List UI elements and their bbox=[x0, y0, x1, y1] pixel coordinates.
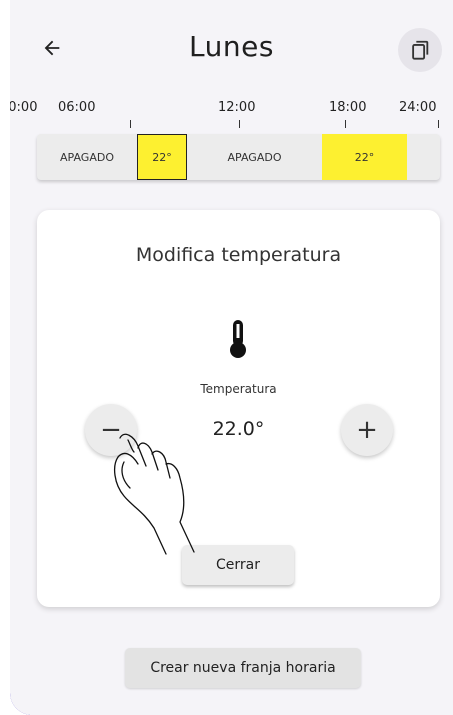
tick-label: 18:00 bbox=[329, 100, 367, 115]
tick-label: 12:00 bbox=[218, 100, 256, 115]
tick-mark bbox=[345, 120, 346, 128]
increase-temperature-button[interactable]: + bbox=[341, 404, 393, 456]
header: Lunes bbox=[10, 0, 453, 100]
schedule-segment[interactable]: APAGADO bbox=[187, 134, 322, 180]
decrease-temperature-button[interactable]: − bbox=[85, 404, 137, 456]
schedule-segment[interactable]: APAGADO bbox=[37, 134, 137, 180]
tick-label: 06:00 bbox=[58, 100, 96, 115]
app-screen: Lunes 00:00 06:00 12:00 18:00 24:00 APAG… bbox=[10, 0, 453, 715]
screen-content: Lunes 00:00 06:00 12:00 18:00 24:00 APAG… bbox=[10, 0, 453, 715]
schedule-segment[interactable]: 22° bbox=[322, 134, 407, 180]
copy-icon bbox=[412, 40, 429, 60]
schedule-bar: APAGADO 22° APAGADO 22° bbox=[37, 134, 440, 180]
page-title: Lunes bbox=[189, 30, 274, 63]
copy-button[interactable] bbox=[398, 28, 442, 72]
thermometer-icon bbox=[225, 318, 251, 364]
schedule-segment-selected[interactable]: 22° bbox=[137, 134, 187, 180]
schedule-segment[interactable] bbox=[407, 134, 440, 180]
tick-mark bbox=[130, 120, 131, 128]
close-button[interactable]: Cerrar bbox=[182, 545, 294, 585]
temperature-dialog: Modifica temperatura Temperatura 22.0° −… bbox=[37, 210, 440, 607]
tick-label: 00:00 bbox=[10, 100, 38, 115]
create-time-slot-button[interactable]: Crear nueva franja horaria bbox=[125, 648, 361, 688]
temperature-label: Temperatura bbox=[200, 382, 277, 396]
tick-mark bbox=[239, 120, 240, 128]
tick-mark bbox=[438, 120, 439, 128]
schedule-timeline: 00:00 06:00 12:00 18:00 24:00 APAGADO 22… bbox=[10, 100, 453, 190]
tick-label: 24:00 bbox=[399, 100, 437, 115]
dialog-title: Modifica temperatura bbox=[135, 244, 342, 266]
